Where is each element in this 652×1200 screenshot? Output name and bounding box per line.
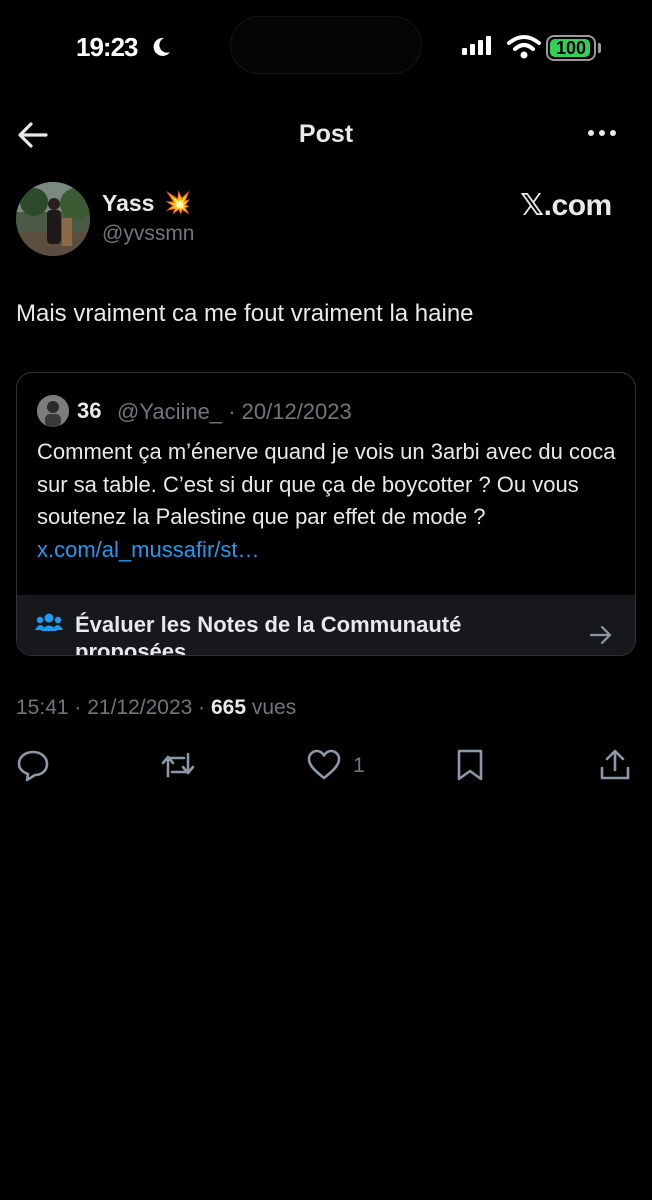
quoted-text-body: Comment ça m’énerve quand je vois un 3ar… xyxy=(37,439,616,529)
more-icon[interactable] xyxy=(588,130,616,136)
quoted-link[interactable]: x.com/al_mussafir/st… xyxy=(37,537,260,562)
share-icon[interactable] xyxy=(598,748,632,782)
quoted-text: Comment ça m’énerve quand je vois un 3ar… xyxy=(37,436,622,566)
battery-icon: 100 xyxy=(546,35,596,61)
author-handle[interactable]: @yvssmn xyxy=(102,222,195,246)
screen: 19:23 100 Post Yass 💥 @yvssmn � xyxy=(0,0,652,1200)
post-time-date: 15:41 · 21/12/2023 · xyxy=(16,696,211,719)
views-count: 665 xyxy=(210,696,247,719)
arrow-right-icon xyxy=(589,625,612,645)
battery-level: 100 xyxy=(555,38,587,58)
tweet-text: Mais vraiment ca me fout vraiment la hai… xyxy=(16,300,474,327)
wifi-icon xyxy=(507,35,541,59)
bookmark-icon[interactable] xyxy=(455,748,485,782)
cellular-signal-icon xyxy=(462,36,491,55)
status-time: 19:23 xyxy=(76,32,138,62)
page-title: Post xyxy=(298,120,354,148)
heart-icon[interactable] xyxy=(306,748,342,782)
avatar[interactable] xyxy=(16,182,90,256)
quoted-post[interactable]: 36 @Yaciine_ · 20/12/2023 Comment ça m’é… xyxy=(16,372,636,656)
x-brand-label: 𝕏.com xyxy=(520,189,612,222)
reply-icon[interactable] xyxy=(16,748,50,782)
quoted-author-name: 36 xyxy=(77,398,102,423)
quoted-handle-date: @Yaciine_ · 20/12/2023 xyxy=(117,399,352,424)
dynamic-island xyxy=(230,16,422,74)
like-count: 1 xyxy=(353,754,365,777)
community-notes-label: Évaluer les Notes de la Communauté propo… xyxy=(75,612,462,656)
community-notes-bar[interactable]: Évaluer les Notes de la Communauté propo… xyxy=(17,595,635,656)
post-meta: 15:41 · 21/12/2023 · 665 vues xyxy=(16,696,296,720)
repost-icon[interactable] xyxy=(160,748,196,782)
moon-icon xyxy=(153,37,170,56)
collision-emoji: 💥 xyxy=(164,190,192,215)
views-label: vues xyxy=(246,696,297,719)
people-icon xyxy=(35,613,63,631)
author-name[interactable]: Yass xyxy=(102,190,154,217)
quoted-avatar xyxy=(37,395,69,427)
